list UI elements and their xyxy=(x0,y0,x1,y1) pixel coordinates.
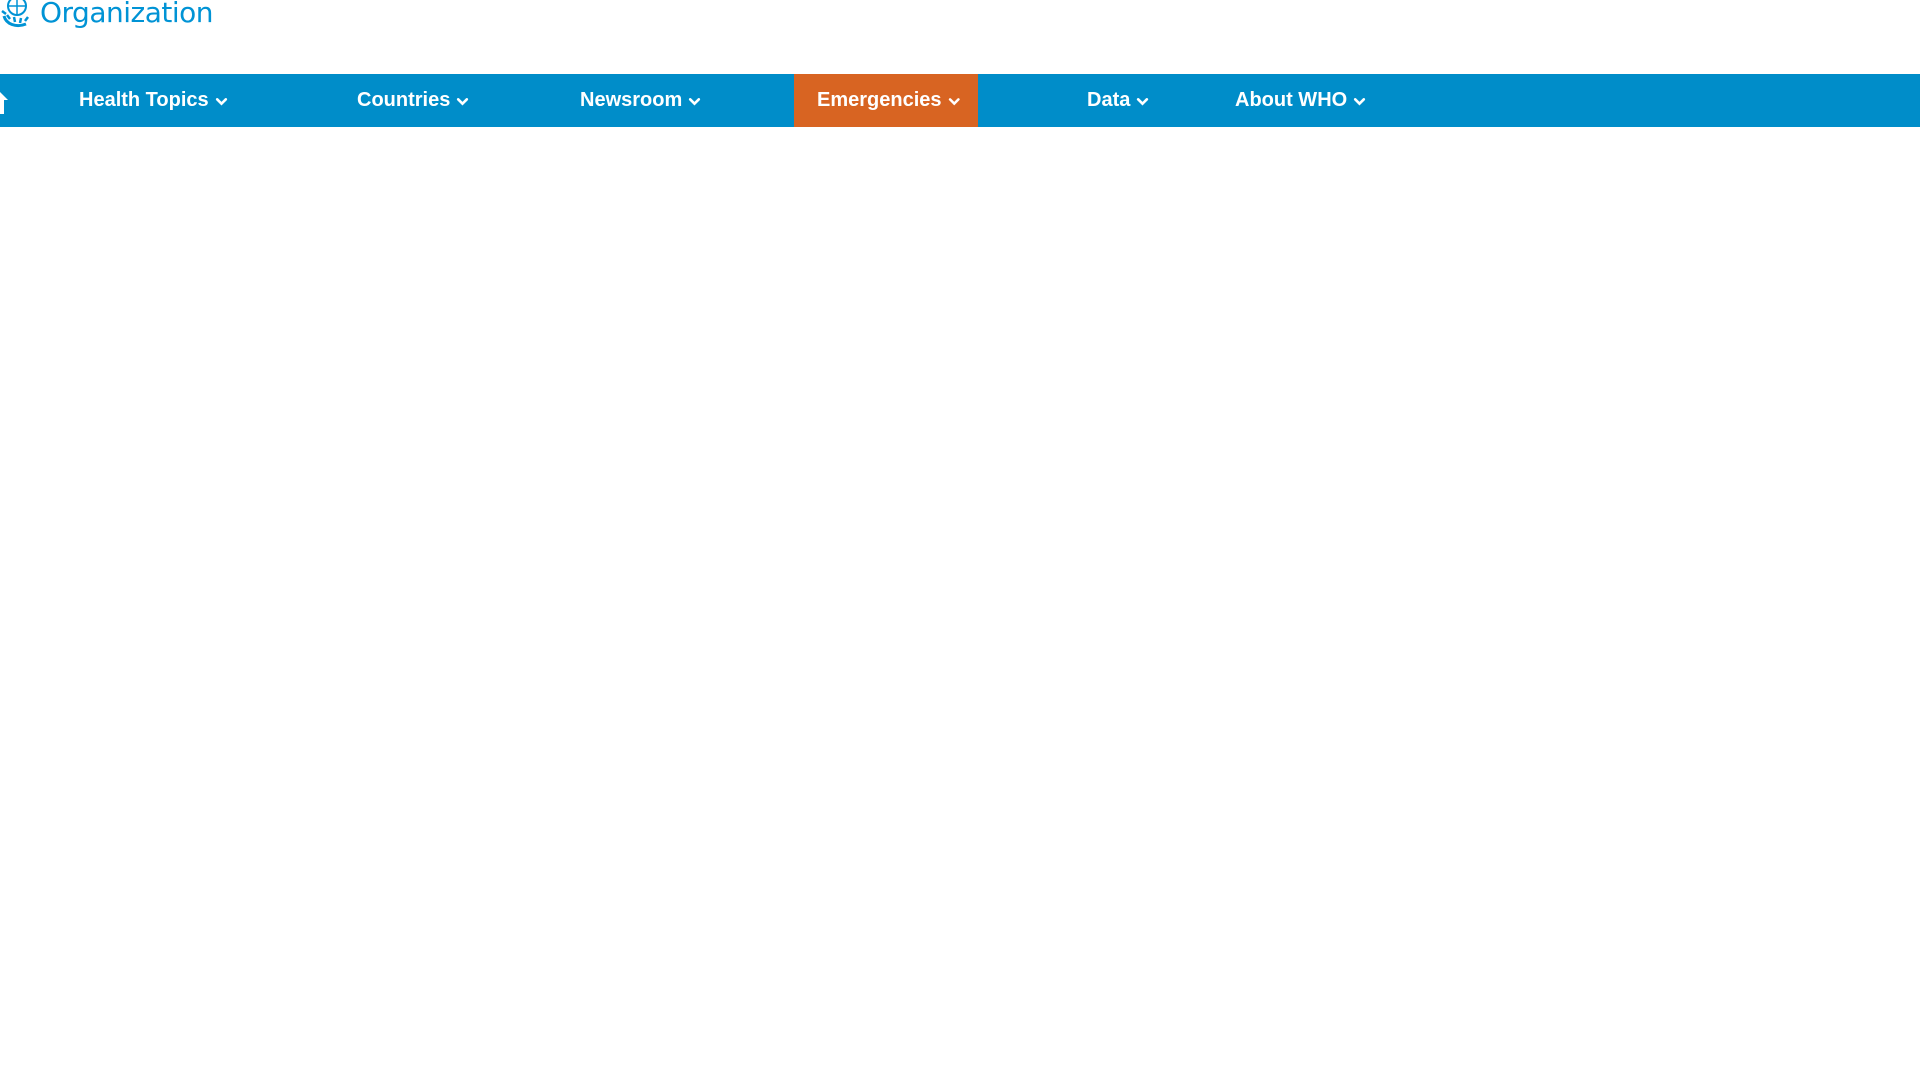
chevron-down-icon xyxy=(689,98,701,106)
nav-label: Emergencies xyxy=(817,89,942,111)
nav-label: Data xyxy=(1087,89,1131,111)
main-navigation: Health Topics Countries Newsroom Emergen… xyxy=(0,74,1920,127)
main-content xyxy=(0,127,1920,1080)
chevron-down-icon xyxy=(457,98,469,106)
chevron-down-icon xyxy=(1354,98,1366,106)
page: Organization Health Topics Countries New… xyxy=(0,0,1920,1080)
chevron-down-icon xyxy=(948,98,960,106)
nav-label: Countries xyxy=(357,89,451,111)
nav-label: About WHO xyxy=(1235,89,1348,111)
site-header: Organization xyxy=(0,0,1920,74)
nav-label: Newsroom xyxy=(580,89,683,111)
logo-text: Organization xyxy=(40,0,214,29)
chevron-down-icon xyxy=(1137,98,1149,106)
who-emblem-icon xyxy=(1,0,29,28)
nav-item-countries[interactable]: Countries xyxy=(357,74,469,127)
nav-item-emergencies[interactable]: Emergencies xyxy=(794,74,978,127)
chevron-down-icon xyxy=(215,98,227,106)
home-icon[interactable] xyxy=(0,86,14,116)
nav-item-data[interactable]: Data xyxy=(1087,74,1149,127)
nav-item-about-who[interactable]: About WHO xyxy=(1235,74,1366,127)
site-logo[interactable]: Organization xyxy=(0,0,214,32)
nav-label: Health Topics xyxy=(79,89,209,111)
nav-item-health-topics[interactable]: Health Topics xyxy=(79,74,228,127)
nav-item-newsroom[interactable]: Newsroom xyxy=(580,74,701,127)
